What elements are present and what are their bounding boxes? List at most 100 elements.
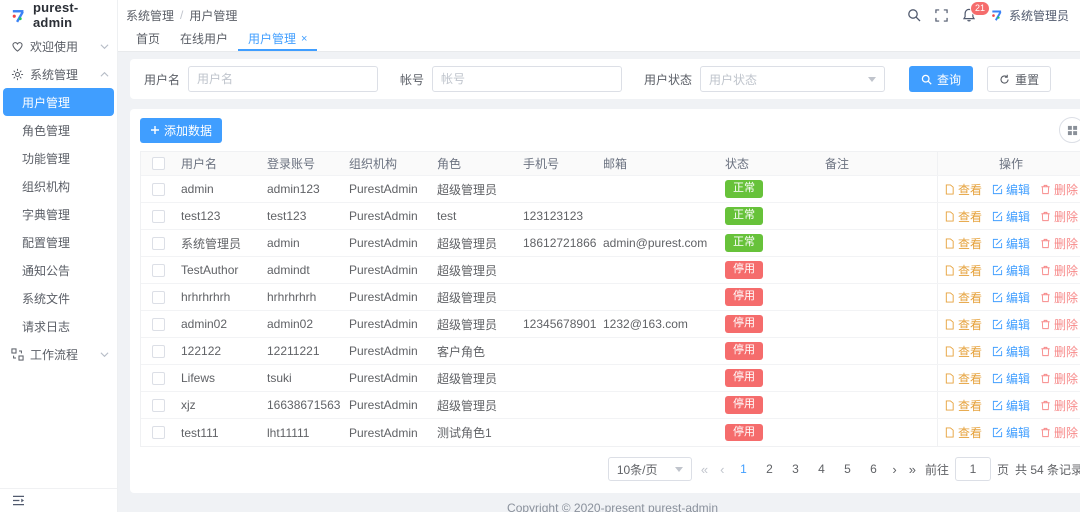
- page-number[interactable]: 2: [759, 462, 779, 476]
- sidebar-item-roles[interactable]: 角色管理: [0, 116, 117, 144]
- status-select[interactable]: 用户状态: [700, 66, 885, 92]
- username-input[interactable]: [188, 66, 378, 92]
- page-number[interactable]: 6: [863, 462, 883, 476]
- tab-home[interactable]: 首页: [126, 30, 170, 51]
- account-input[interactable]: [432, 66, 622, 92]
- delete-button[interactable]: 删除: [1040, 208, 1078, 225]
- delete-button[interactable]: 删除: [1040, 424, 1078, 441]
- sidebar-group-workflow[interactable]: 工作流程: [0, 340, 117, 368]
- close-icon[interactable]: ×: [301, 33, 307, 45]
- sidebar-item-logs[interactable]: 请求日志: [0, 312, 117, 340]
- view-button[interactable]: 查看: [944, 343, 982, 360]
- sidebar-item-dictionary[interactable]: 字典管理: [0, 200, 117, 228]
- heart-icon: [11, 40, 24, 53]
- column-settings-button[interactable]: [1059, 117, 1080, 143]
- delete-button[interactable]: 删除: [1040, 316, 1078, 333]
- row-checkbox[interactable]: [152, 291, 165, 304]
- next-page-button[interactable]: ›: [889, 462, 899, 477]
- cell-role: 测试角色1: [431, 424, 517, 441]
- row-checkbox[interactable]: [152, 237, 165, 250]
- breadcrumb-separator: /: [180, 8, 183, 22]
- page-number[interactable]: 5: [837, 462, 857, 476]
- reset-button[interactable]: 重置: [987, 66, 1051, 92]
- tab-user-management[interactable]: 用户管理 ×: [238, 30, 317, 51]
- row-checkbox[interactable]: [152, 345, 165, 358]
- add-data-button[interactable]: 添加数据: [140, 118, 222, 143]
- row-checkbox[interactable]: [152, 264, 165, 277]
- view-button[interactable]: 查看: [944, 289, 982, 306]
- select-all-checkbox[interactable]: [152, 157, 165, 170]
- sidebar-group-welcome[interactable]: 欢迎使用: [0, 32, 117, 60]
- view-button[interactable]: 查看: [944, 370, 982, 387]
- view-button[interactable]: 查看: [944, 181, 982, 198]
- notification-bell-icon[interactable]: 21: [962, 8, 976, 22]
- delete-button[interactable]: 删除: [1040, 262, 1078, 279]
- view-button[interactable]: 查看: [944, 397, 982, 414]
- view-button[interactable]: 查看: [944, 208, 982, 225]
- fullscreen-icon[interactable]: [935, 9, 948, 22]
- row-checkbox[interactable]: [152, 399, 165, 412]
- delete-button[interactable]: 删除: [1040, 289, 1078, 306]
- row-checkbox[interactable]: [152, 183, 165, 196]
- sidebar-item-config[interactable]: 配置管理: [0, 228, 117, 256]
- prev-page-button[interactable]: ‹: [717, 462, 727, 477]
- first-page-button[interactable]: «: [698, 462, 711, 477]
- sidebar-collapse-button[interactable]: [12, 495, 25, 506]
- sidebar-group-system[interactable]: 系统管理: [0, 60, 117, 88]
- sidebar-item-label: 配置管理: [22, 234, 70, 251]
- search-icon[interactable]: [907, 8, 921, 22]
- sidebar-item-files[interactable]: 系统文件: [0, 284, 117, 312]
- delete-button[interactable]: 删除: [1040, 343, 1078, 360]
- delete-button[interactable]: 删除: [1040, 397, 1078, 414]
- view-button[interactable]: 查看: [944, 316, 982, 333]
- breadcrumb-item[interactable]: 系统管理: [126, 7, 174, 24]
- sidebar-item-users[interactable]: 用户管理: [3, 88, 114, 116]
- edit-button[interactable]: 编辑: [992, 181, 1030, 198]
- edit-button[interactable]: 编辑: [992, 343, 1030, 360]
- goto-page-input[interactable]: [955, 457, 991, 481]
- row-checkbox[interactable]: [152, 318, 165, 331]
- delete-button[interactable]: 删除: [1040, 235, 1078, 252]
- edit-button[interactable]: 编辑: [992, 370, 1030, 387]
- row-checkbox[interactable]: [152, 426, 165, 439]
- cell-account: 12211221: [261, 344, 343, 358]
- query-button-label: 查询: [937, 71, 961, 88]
- edit-button[interactable]: 编辑: [992, 397, 1030, 414]
- cell-role: 超级管理员: [431, 235, 517, 252]
- page-number[interactable]: 3: [785, 462, 805, 476]
- cell-username: xjz: [175, 398, 261, 412]
- query-button[interactable]: 查询: [909, 66, 973, 92]
- view-button[interactable]: 查看: [944, 262, 982, 279]
- edit-button[interactable]: 编辑: [992, 424, 1030, 441]
- tab-online-users[interactable]: 在线用户: [170, 30, 238, 51]
- edit-button[interactable]: 编辑: [992, 316, 1030, 333]
- sidebar-item-functions[interactable]: 功能管理: [0, 144, 117, 172]
- view-button[interactable]: 查看: [944, 235, 982, 252]
- delete-button[interactable]: 删除: [1040, 181, 1078, 198]
- sidebar-item-notice[interactable]: 通知公告: [0, 256, 117, 284]
- page-size-select[interactable]: 10条/页: [608, 457, 692, 481]
- status-badge: 停用: [725, 396, 763, 413]
- edit-button[interactable]: 编辑: [992, 289, 1030, 306]
- row-checkbox[interactable]: [152, 210, 165, 223]
- sidebar-item-organization[interactable]: 组织机构: [0, 172, 117, 200]
- edit-button[interactable]: 编辑: [992, 262, 1030, 279]
- gear-icon: [11, 68, 24, 81]
- delete-button[interactable]: 删除: [1040, 370, 1078, 387]
- last-page-button[interactable]: »: [906, 462, 919, 477]
- workflow-icon: [11, 348, 24, 361]
- edit-button[interactable]: 编辑: [992, 208, 1030, 225]
- cell-role: 超级管理员: [431, 316, 517, 333]
- view-button-label: 查看: [958, 262, 982, 279]
- user-menu[interactable]: 系统管理员: [990, 7, 1069, 24]
- edit-button-label: 编辑: [1006, 289, 1030, 306]
- view-button[interactable]: 查看: [944, 424, 982, 441]
- account-field-label: 帐号: [400, 71, 424, 88]
- page-number[interactable]: 1: [733, 462, 753, 476]
- header-actions: 操作: [937, 152, 1080, 175]
- view-button-label: 查看: [958, 370, 982, 387]
- edit-button[interactable]: 编辑: [992, 235, 1030, 252]
- row-checkbox[interactable]: [152, 372, 165, 385]
- header-username: 用户名: [175, 155, 261, 172]
- page-number[interactable]: 4: [811, 462, 831, 476]
